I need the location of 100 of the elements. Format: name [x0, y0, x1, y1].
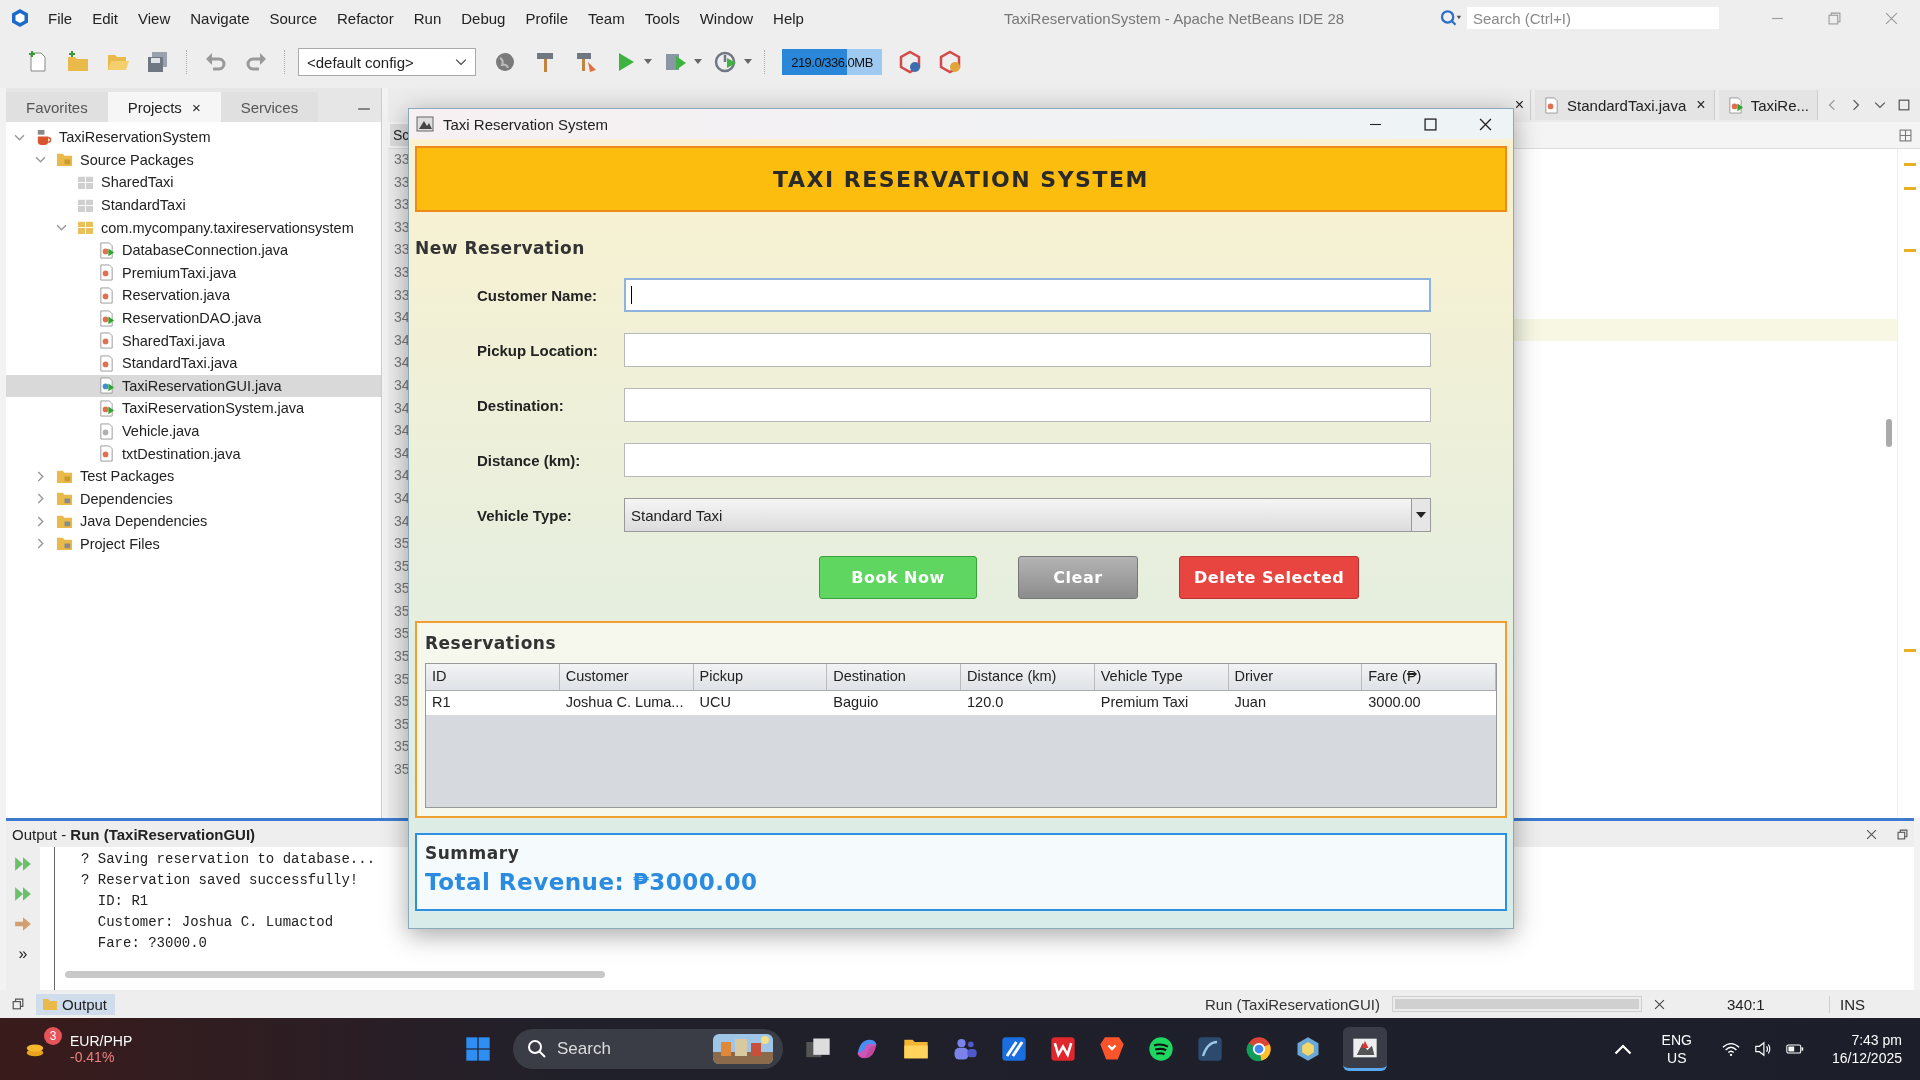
menu-item[interactable]: Debug [461, 9, 506, 27]
menu-item[interactable]: Edit [92, 9, 119, 27]
restore-icon[interactable] [12, 998, 24, 1010]
configuration-dropdown[interactable]: <default config> [298, 48, 476, 76]
tree-item[interactable]: StandardTaxi [6, 193, 381, 217]
menu-item[interactable]: Tools [644, 9, 680, 27]
tree-item[interactable]: Vehicle.java [6, 419, 381, 443]
column-header[interactable]: Distance (km) [961, 664, 1095, 690]
lion-shield-icon[interactable] [1098, 1035, 1126, 1063]
menu-item[interactable]: Source [269, 9, 317, 27]
more-button[interactable]: » [18, 945, 28, 963]
panel-tab[interactable]: Services [220, 92, 319, 122]
app-tile-icon[interactable] [1049, 1035, 1077, 1063]
menu-item[interactable]: Refactor [337, 9, 394, 27]
line-number: 34 [393, 309, 411, 328]
menu-item[interactable]: File [48, 9, 73, 27]
menu-item[interactable]: Profile [525, 9, 568, 27]
editor-tab[interactable]: TaxiRe... [1718, 90, 1818, 120]
language-indicator[interactable]: ENG US [1661, 1031, 1692, 1067]
input-field[interactable] [624, 388, 1431, 422]
column-header[interactable]: ID [426, 664, 560, 690]
close-icon[interactable] [1479, 117, 1492, 131]
chevron-down-icon[interactable] [1874, 99, 1886, 111]
speaker-icon[interactable] [1753, 1041, 1772, 1057]
panel-tab[interactable]: Favorites [6, 92, 108, 122]
tree-item[interactable]: com.mycompany.taxireservationsystem [6, 216, 381, 239]
column-header[interactable]: Customer [559, 664, 694, 690]
gc-icon[interactable] [938, 50, 962, 74]
new-project-icon[interactable] [66, 50, 90, 74]
tree-item[interactable]: Java Dependencies [6, 510, 381, 533]
redo-icon[interactable] [244, 50, 268, 74]
save-all-icon[interactable] [146, 50, 170, 74]
maximize-icon[interactable] [1898, 99, 1910, 111]
menu-item[interactable]: Window [699, 9, 754, 27]
menu-item[interactable]: Help [773, 9, 804, 27]
clean-build-icon[interactable] [574, 50, 598, 74]
scrollbar-thumb[interactable] [1886, 419, 1892, 447]
battery-icon[interactable] [1785, 1041, 1804, 1057]
input-field[interactable] [624, 443, 1431, 477]
scroll-left-icon[interactable] [1826, 99, 1838, 111]
split-icon[interactable] [1899, 128, 1912, 142]
column-header[interactable]: Driver [1228, 664, 1363, 690]
caret-icon[interactable] [694, 59, 702, 65]
gc-icon[interactable] [898, 50, 922, 74]
editor-tab[interactable]: StandardTaxi.java × [1535, 90, 1715, 120]
database-app-icon[interactable] [1196, 1035, 1224, 1063]
clock[interactable]: 7:43 pm 16/12/2025 [1831, 1031, 1902, 1067]
vehicle-type-dropdown[interactable]: Standard Taxi [624, 498, 1431, 532]
tree-item[interactable]: DatabaseConnection.java [6, 238, 381, 262]
tree-item[interactable]: PremiumTaxi.java [6, 261, 381, 285]
tree-item[interactable]: txtDestination.java [6, 442, 381, 465]
menu-item[interactable]: Run [413, 9, 442, 27]
input-field[interactable] [624, 333, 1431, 367]
profile-icon[interactable] [714, 50, 738, 74]
menu-item[interactable]: Navigate [190, 9, 250, 27]
tree-item[interactable]: SharedTaxi.java [6, 329, 381, 352]
arrow-icon[interactable] [14, 915, 32, 933]
tree-item[interactable]: TaxiReservationGUI.java [6, 374, 381, 398]
menu-item[interactable]: View [138, 9, 171, 27]
chevron-icon[interactable] [56, 222, 67, 234]
windows-logo-icon[interactable] [464, 1035, 492, 1063]
tree-item[interactable]: Dependencies [6, 487, 381, 511]
menu-item[interactable]: Team [588, 9, 625, 27]
tree-item[interactable]: SharedTaxi [6, 171, 381, 194]
restore-icon[interactable] [1897, 828, 1908, 840]
globe-app-icon[interactable] [1245, 1035, 1273, 1063]
app-tile-icon[interactable] [1000, 1035, 1028, 1063]
tree-item[interactable]: Reservation.java [6, 284, 381, 307]
chevron-icon[interactable] [35, 538, 46, 550]
column-header[interactable]: Destination [827, 664, 961, 690]
maximize-icon[interactable] [1424, 117, 1437, 131]
rerun-icon[interactable] [14, 885, 32, 903]
column-header[interactable]: Pickup [693, 664, 828, 690]
rerun-icon[interactable] [14, 855, 32, 873]
tree-item[interactable]: ReservationDAO.java [6, 306, 381, 330]
scroll-right-icon[interactable] [1850, 99, 1862, 111]
output-tab[interactable]: Output [36, 993, 116, 1015]
delete-button[interactable]: Delete Selected [1179, 556, 1360, 599]
chevron-icon[interactable] [35, 154, 46, 166]
panel-tab[interactable]: Projects × [107, 92, 221, 122]
running-app-button[interactable] [1343, 1027, 1387, 1071]
sound-waves-icon[interactable] [1147, 1035, 1175, 1063]
tree-item[interactable]: Source Packages [6, 148, 381, 172]
tree-item[interactable]: TaxiReservationSystem [6, 126, 381, 149]
scrollbar-thumb[interactable] [65, 971, 605, 978]
column-header[interactable]: Fare (₱) [1362, 664, 1496, 690]
column-header[interactable]: Vehicle Type [1094, 664, 1229, 690]
close-icon[interactable] [1654, 998, 1665, 1010]
tree-item[interactable]: TaxiReservationSystem.java [6, 397, 381, 420]
table-row[interactable]: R1 Joshua C. Luma... UCU Baguio 120.0 Premium Taxi Juan 3000.00 [426, 691, 1496, 715]
chevron-icon[interactable] [35, 470, 46, 482]
tree-item[interactable]: StandardTaxi.java [6, 351, 381, 375]
input-field[interactable] [624, 278, 1431, 312]
caret-icon[interactable] [744, 59, 752, 65]
chevron-icon[interactable] [35, 515, 46, 527]
caret-icon[interactable] [644, 59, 652, 65]
wifi-icon[interactable] [1721, 1041, 1740, 1057]
tree-item[interactable]: Project Files [6, 532, 381, 556]
tree-item[interactable]: Test Packages [6, 464, 381, 488]
chevron-icon[interactable] [35, 493, 46, 505]
